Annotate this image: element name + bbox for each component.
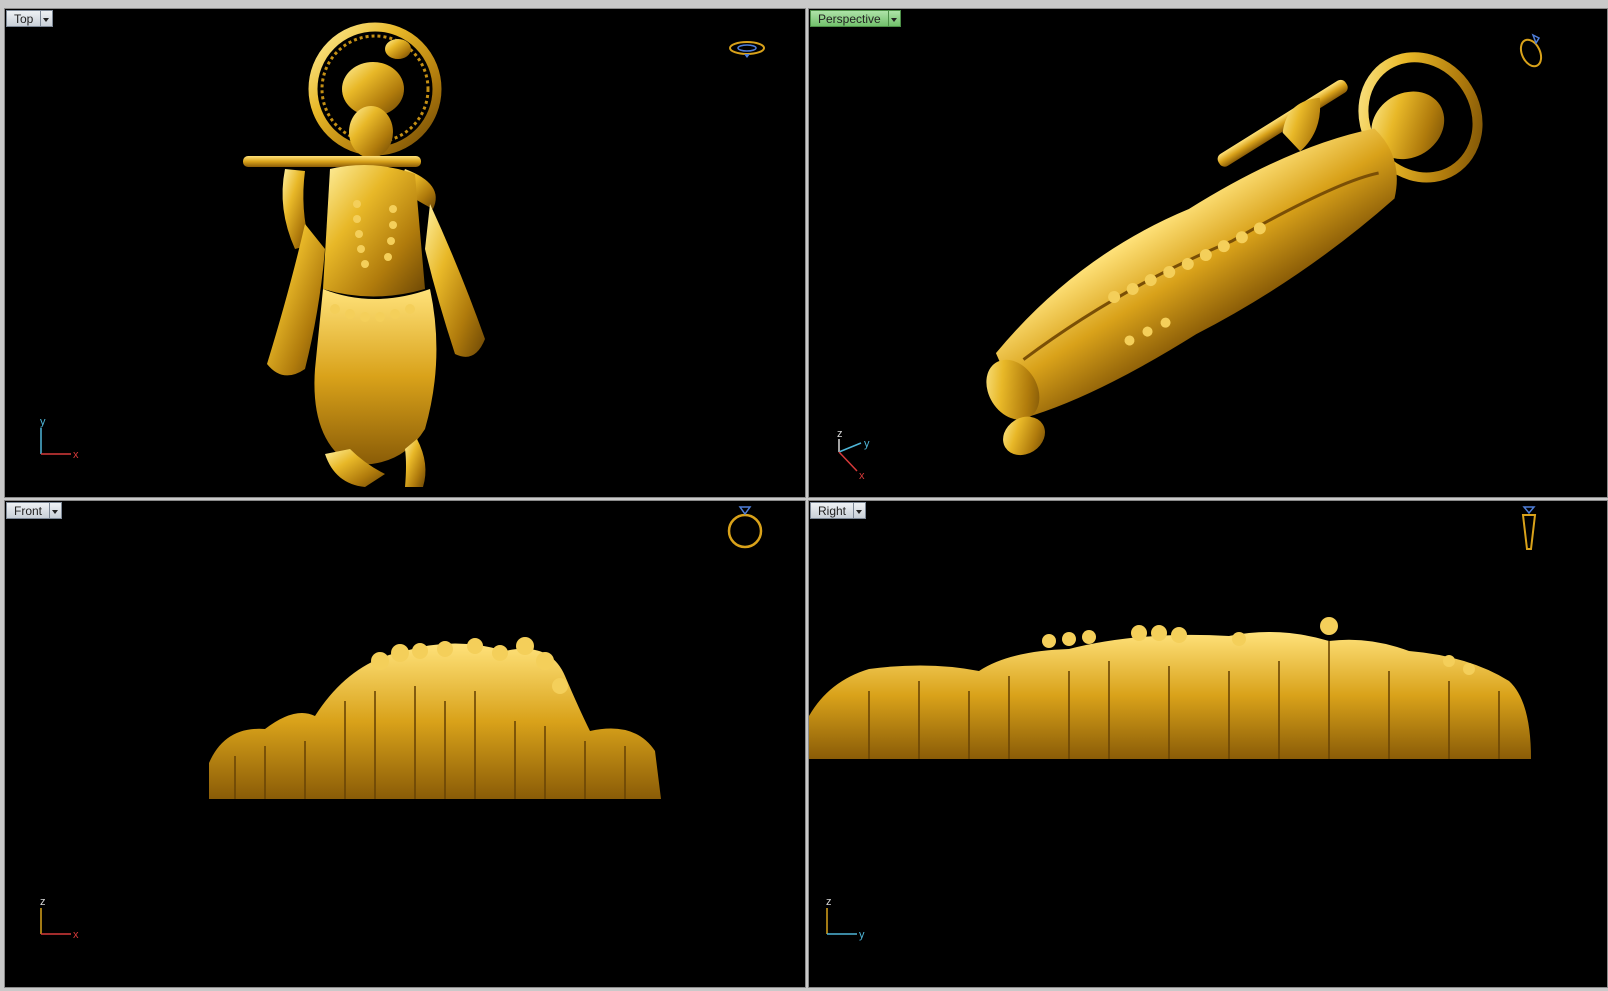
axis-label-y: y xyxy=(864,438,870,450)
axis-label-v: z xyxy=(40,896,46,908)
axis-indicator: z y x xyxy=(837,428,870,482)
axis-label-v: y xyxy=(40,416,46,428)
axis-indicator: z y xyxy=(826,896,865,941)
viewport-tab-right[interactable]: Right xyxy=(810,502,867,519)
viewport-front[interactable]: Front z x xyxy=(4,500,806,988)
axis-label-h: y xyxy=(859,929,865,941)
viewport-right[interactable]: Right z y xyxy=(808,500,1608,988)
chevron-down-icon[interactable] xyxy=(49,502,63,519)
axis-label-h: x xyxy=(73,449,79,461)
axis-indicator: y x xyxy=(40,416,79,461)
ring-perspective-icon[interactable] xyxy=(1517,29,1547,71)
viewport-label[interactable]: Top xyxy=(6,10,41,27)
axis-indicator: z x xyxy=(40,896,79,941)
viewport-tab-perspective[interactable]: Perspective xyxy=(810,10,901,27)
viewport-label[interactable]: Perspective xyxy=(810,10,888,27)
viewport-tab-front[interactable]: Front xyxy=(6,502,63,519)
ring-front-icon[interactable] xyxy=(725,501,769,551)
axis-label-z: z xyxy=(837,428,843,440)
model-right-view[interactable] xyxy=(809,501,1607,987)
viewport-perspective[interactable]: Perspective z y x xyxy=(808,8,1608,498)
chevron-down-icon[interactable] xyxy=(40,10,54,27)
axis-label-h: x xyxy=(73,929,79,941)
model-perspective-view[interactable] xyxy=(809,9,1607,497)
ring-top-icon[interactable] xyxy=(727,39,767,61)
viewport-label[interactable]: Front xyxy=(6,502,50,519)
ring-side-icon[interactable] xyxy=(1514,501,1544,557)
axis-label-x: x xyxy=(859,470,865,482)
viewport-label[interactable]: Right xyxy=(810,502,854,519)
viewport-top[interactable]: Top y x xyxy=(4,8,806,498)
chevron-down-icon[interactable] xyxy=(887,10,901,27)
viewport-tab-top[interactable]: Top xyxy=(6,10,54,27)
model-top-view[interactable] xyxy=(5,9,805,497)
model-front-view[interactable] xyxy=(5,501,805,987)
chevron-down-icon[interactable] xyxy=(853,502,867,519)
axis-label-v: z xyxy=(826,896,832,908)
